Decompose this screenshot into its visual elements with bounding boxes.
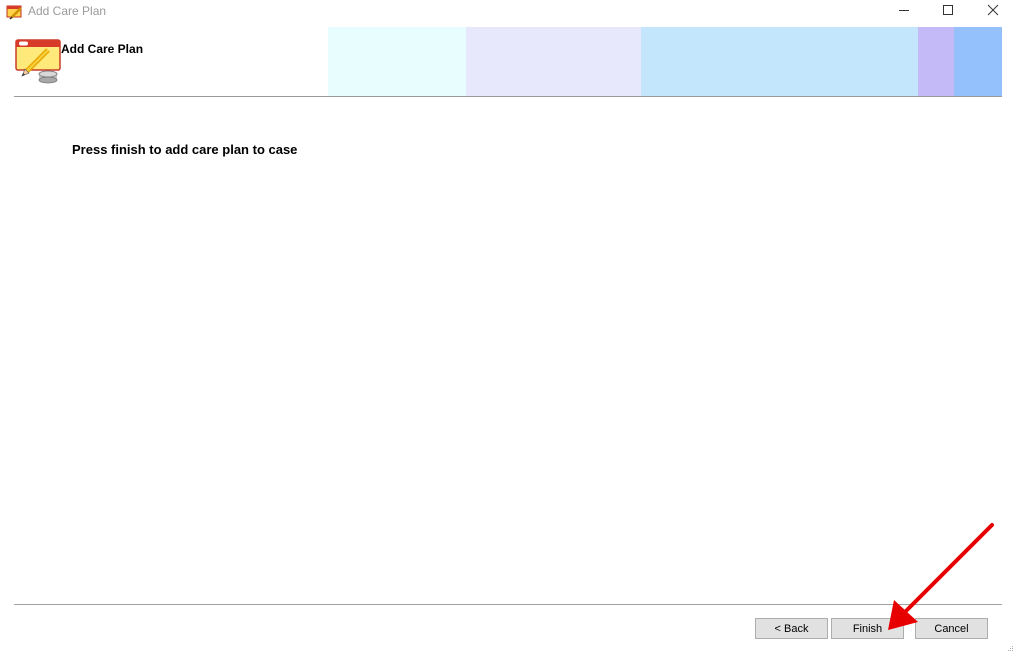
header-title: Add Care Plan	[61, 42, 144, 56]
header-band	[918, 27, 954, 96]
wizard-header: Add Care Plan	[14, 27, 1002, 97]
header-divider	[14, 96, 1002, 97]
header-band	[641, 27, 918, 96]
close-icon	[987, 3, 999, 21]
minimize-button[interactable]	[882, 0, 926, 24]
finish-button[interactable]: Finish	[831, 618, 904, 639]
instruction-text: Press finish to add care plan to case	[72, 142, 298, 157]
resize-grip-icon[interactable]	[1006, 639, 1014, 651]
footer-divider	[14, 604, 1002, 605]
window-title: Add Care Plan	[28, 4, 107, 18]
header-band	[328, 27, 466, 96]
maximize-icon	[942, 3, 954, 21]
minimize-icon	[898, 3, 910, 21]
header-band	[954, 27, 1002, 96]
maximize-button[interactable]	[926, 0, 970, 24]
header-band	[466, 27, 641, 96]
close-button[interactable]	[971, 0, 1015, 24]
title-bar: Add Care Plan	[0, 0, 1016, 24]
app-icon	[6, 4, 24, 20]
care-plan-icon	[14, 38, 64, 84]
cancel-button[interactable]: Cancel	[915, 618, 988, 639]
back-button[interactable]: < Back	[755, 618, 828, 639]
